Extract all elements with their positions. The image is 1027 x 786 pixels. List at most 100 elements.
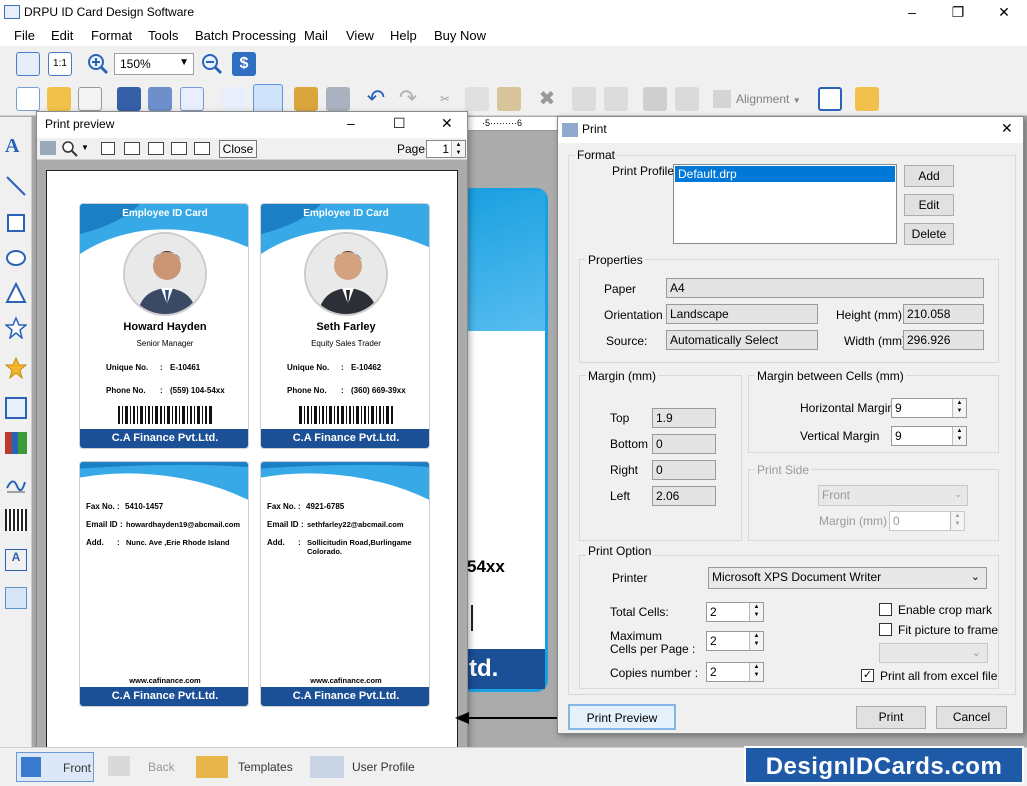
height-field[interactable]: 210.058 xyxy=(903,304,984,324)
tab-user-profile[interactable]: User Profile xyxy=(310,756,420,780)
grid-icon[interactable] xyxy=(818,87,842,111)
picture-tool-icon[interactable] xyxy=(5,587,27,609)
open-folder-icon[interactable] xyxy=(47,87,71,111)
new-file-icon[interactable] xyxy=(16,87,40,111)
right-margin-field[interactable]: 0 xyxy=(652,460,716,480)
print-side-select[interactable]: Front ⌄ xyxy=(818,485,968,506)
menu-batch-processing[interactable]: Batch Processing xyxy=(195,28,296,43)
copy-icon[interactable] xyxy=(465,87,489,111)
delete-icon[interactable]: ✖ xyxy=(535,87,559,111)
alignment-dropdown[interactable]: Alignment ▼ xyxy=(736,92,801,106)
menu-file[interactable]: File xyxy=(14,28,35,43)
cancel-button[interactable]: Cancel xyxy=(936,706,1007,729)
image-tool-icon[interactable] xyxy=(5,397,27,419)
actual-size-icon[interactable]: 1:1 xyxy=(48,52,72,76)
properties-icon[interactable] xyxy=(222,87,246,111)
minimize-button[interactable]: – xyxy=(889,0,935,24)
max-cells-stepper[interactable]: 2 ▲ ▼ xyxy=(706,631,764,651)
menu-view[interactable]: View xyxy=(346,28,374,43)
tab-templates[interactable]: Templates xyxy=(196,756,296,780)
spin-buttons[interactable]: ▲ ▼ xyxy=(952,427,966,445)
signature-tool-icon[interactable] xyxy=(5,472,27,494)
paper-field[interactable]: A4 xyxy=(666,278,984,298)
save-icon[interactable] xyxy=(117,87,141,111)
database-icon[interactable] xyxy=(294,87,318,111)
four-pages-icon[interactable] xyxy=(171,142,187,155)
spin-buttons[interactable]: ▲ ▼ xyxy=(749,632,763,650)
crop-mark-checkbox[interactable] xyxy=(879,603,892,616)
barcode-tool-icon[interactable] xyxy=(5,509,27,531)
line-tool-icon[interactable] xyxy=(5,175,27,197)
lock-icon[interactable] xyxy=(643,87,667,111)
database-settings-icon[interactable] xyxy=(326,87,350,111)
printer-select[interactable]: Microsoft XPS Document Writer ⌄ xyxy=(708,567,987,589)
close-file-icon[interactable] xyxy=(78,87,102,111)
redo-icon[interactable]: ↷ xyxy=(396,87,420,111)
save-as-icon[interactable] xyxy=(148,87,172,111)
add-profile-button[interactable]: Add xyxy=(904,165,954,187)
menu-format[interactable]: Format xyxy=(91,28,132,43)
maximize-button[interactable]: ❐ xyxy=(935,0,981,24)
zoom-out-icon[interactable] xyxy=(200,52,224,76)
print-profile-list[interactable]: Default.drp xyxy=(673,164,897,244)
background-id-card[interactable]: 54xx td. xyxy=(460,188,548,692)
width-field[interactable]: 296.926 xyxy=(903,330,984,350)
zoom-select[interactable]: 150% ▼ xyxy=(114,53,194,75)
printer-icon[interactable] xyxy=(40,141,56,155)
library-tool-icon[interactable] xyxy=(5,432,27,454)
three-pages-icon[interactable] xyxy=(148,142,164,155)
copies-stepper[interactable]: 2 ▲ ▼ xyxy=(706,662,764,682)
delete-profile-button[interactable]: Delete xyxy=(904,223,954,245)
text-tool-icon[interactable]: A xyxy=(5,135,27,157)
print-preview-button[interactable]: Print Preview xyxy=(568,704,676,730)
maximize-button[interactable]: ☐ xyxy=(393,115,406,132)
menu-tools[interactable]: Tools xyxy=(148,28,178,43)
one-page-icon[interactable] xyxy=(101,142,115,155)
paste-icon[interactable] xyxy=(497,87,521,111)
spin-buttons[interactable]: ▲ ▼ xyxy=(952,399,966,417)
close-window-button[interactable]: ✕ xyxy=(981,0,1027,24)
spin-buttons[interactable]: ▲ ▼ xyxy=(950,512,964,530)
horizontal-margin-stepper[interactable]: 9 ▲ ▼ xyxy=(891,398,967,418)
send-backward-icon[interactable] xyxy=(604,87,628,111)
dollar-icon[interactable]: $ xyxy=(232,52,256,76)
rectangle-tool-icon[interactable] xyxy=(5,212,27,234)
print-icon[interactable] xyxy=(253,84,283,114)
side-margin-stepper[interactable]: 0 ▲ ▼ xyxy=(889,511,965,531)
export-icon[interactable] xyxy=(180,87,204,111)
orientation-field[interactable]: Landscape xyxy=(666,304,818,324)
excel-checkbox[interactable]: ✓ xyxy=(861,669,874,682)
bottom-margin-field[interactable]: 0 xyxy=(652,434,716,454)
fit-to-window-icon[interactable] xyxy=(16,52,40,76)
top-margin-field[interactable]: 1.9 xyxy=(652,408,716,428)
close-dialog-button[interactable]: ✕ xyxy=(1001,120,1013,137)
two-pages-icon[interactable] xyxy=(124,142,140,155)
menu-buy-now[interactable]: Buy Now xyxy=(434,28,486,43)
source-field[interactable]: Automatically Select xyxy=(666,330,818,350)
undo-icon[interactable]: ↶ xyxy=(364,87,388,111)
spin-buttons[interactable]: ▲ ▼ xyxy=(749,663,763,681)
spin-buttons[interactable]: ▲ ▼ xyxy=(749,603,763,621)
print-button[interactable]: Print xyxy=(856,706,926,729)
vertical-margin-stepper[interactable]: 9 ▲ ▼ xyxy=(891,426,967,446)
cut-icon[interactable]: ✂ xyxy=(433,87,457,111)
close-window-button[interactable]: ✕ xyxy=(441,115,453,132)
profile-item[interactable]: Default.drp xyxy=(675,166,895,182)
six-pages-icon[interactable] xyxy=(194,142,210,155)
shapes-tool-icon[interactable] xyxy=(4,356,28,380)
menu-edit[interactable]: Edit xyxy=(51,28,73,43)
preview-close-button[interactable]: Close xyxy=(219,140,257,158)
triangle-tool-icon[interactable] xyxy=(5,281,27,304)
ellipse-tool-icon[interactable] xyxy=(5,247,27,269)
spin-buttons[interactable]: ▲ ▼ xyxy=(451,141,465,157)
minimize-button[interactable]: – xyxy=(347,115,355,131)
total-cells-stepper[interactable]: 2 ▲ ▼ xyxy=(706,602,764,622)
unlock-icon[interactable] xyxy=(675,87,699,111)
zoom-icon[interactable] xyxy=(61,140,79,161)
chevron-down-icon[interactable]: ▼ xyxy=(81,143,89,152)
page-stepper[interactable]: 1 ▲ ▼ xyxy=(426,140,466,158)
menu-help[interactable]: Help xyxy=(390,28,417,43)
fit-picture-checkbox[interactable] xyxy=(879,623,892,636)
tab-back[interactable]: Back xyxy=(108,756,178,780)
left-margin-field[interactable]: 2.06 xyxy=(652,486,716,506)
